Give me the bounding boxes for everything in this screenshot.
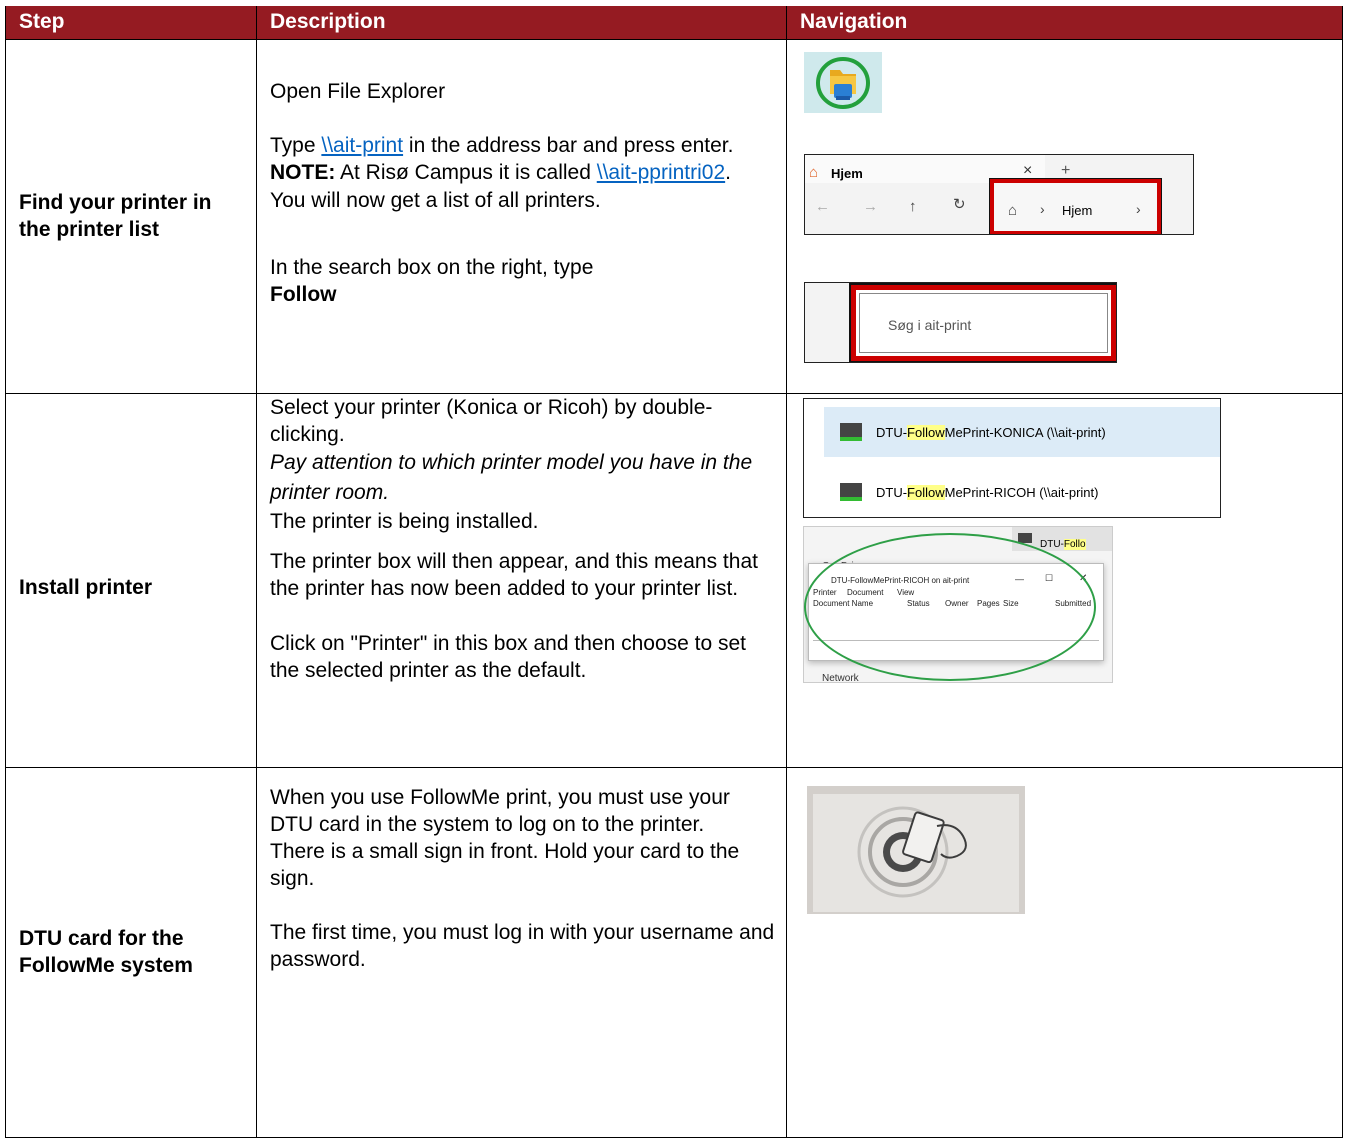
card-reader-photo <box>807 785 1025 914</box>
first-time-text: The first time, you must log in with you… <box>270 920 775 971</box>
network-label: Network <box>822 672 859 683</box>
printer-icon <box>840 482 862 501</box>
folder-icon <box>804 51 882 113</box>
open-explorer-text: Open File Explorer <box>270 79 446 103</box>
type-address-text: Type \\ait-print in the address bar and … <box>270 132 776 159</box>
printer-box-text: The printer box will then appear, and th… <box>270 549 758 600</box>
sign-text: There is a small sign in front. Hold you… <box>270 839 740 890</box>
printer-window-screenshot: DTU-Follo OneDrive DTU-FollowMePrint-RIC… <box>803 525 1113 683</box>
header-description: Description <box>256 6 787 39</box>
bg-item-highlight: Follo <box>1063 538 1086 550</box>
printer2-highlight: Follow <box>907 484 945 500</box>
search-term: Follow <box>270 282 337 306</box>
refresh-icon[interactable]: ↻ <box>953 191 966 218</box>
note-body: At Risø Campus it is called <box>335 160 597 184</box>
navigation-find-printer: ⌂ Hjem × + ← → ↑ ↻ ⌂ › Hjem › Søg i ait-… <box>786 38 1343 394</box>
explorer-icon-screenshot <box>804 51 882 113</box>
description-install-printer: Select your printer (Konica or Ricoh) by… <box>256 392 787 768</box>
navigation-install-printer: DTU-FollowMePrint-KONICA (\\ait-print) D… <box>786 392 1343 768</box>
row-find-printer: Find your printer in the printer list Op… <box>5 38 1343 394</box>
highlight-ellipse <box>804 532 1096 681</box>
row-dtu-card: DTU card for the FollowMe system When yo… <box>5 766 1343 1138</box>
installing-text: The printer is being installed. <box>270 509 539 533</box>
address-crumb: Hjem <box>1062 202 1093 218</box>
address-bar-highlight[interactable]: ⌂ › Hjem › <box>989 177 1162 234</box>
tab-title: Hjem <box>831 165 863 181</box>
note-label: NOTE: <box>270 160 336 184</box>
search-box-highlight[interactable]: Søg i ait-print <box>849 282 1116 362</box>
attention-text: Pay attention to which printer model you… <box>270 450 753 504</box>
printer-list-screenshot: DTU-FollowMePrint-KONICA (\\ait-print) D… <box>803 397 1221 518</box>
printer1-highlight: Follow <box>907 424 945 440</box>
printer2-prefix: DTU- <box>876 484 908 500</box>
ait-print-link[interactable]: \\ait-print <box>321 134 403 157</box>
row-install-printer: Install printer Select your printer (Kon… <box>5 392 1343 768</box>
click-printer-text: Click on "Printer" in this box and then … <box>270 631 746 682</box>
type-prefix: Type <box>270 133 322 157</box>
search-instruction-text: In the search box on the right, type <box>270 255 594 279</box>
search-box-screenshot: Søg i ait-print <box>804 281 1117 363</box>
up-arrow-icon[interactable]: ↑ <box>909 193 917 220</box>
step-install-printer: Install printer <box>5 392 257 768</box>
select-printer-text: Select your printer (Konica or Ricoh) by… <box>270 395 713 446</box>
followme-text: When you use FollowMe print, you must us… <box>270 785 730 836</box>
home-icon: ⌂ <box>809 163 819 181</box>
header-navigation: Navigation <box>786 6 1343 39</box>
address-chevron-icon: › <box>1040 200 1045 217</box>
step-find-printer: Find your printer in the printer list <box>5 38 257 394</box>
type-suffix: in the address bar and press enter. <box>403 133 734 157</box>
forward-arrow-icon[interactable]: → <box>863 193 878 220</box>
search-placeholder: Søg i ait-print <box>888 316 972 333</box>
back-arrow-icon[interactable]: ← <box>815 193 830 220</box>
note-end: . <box>725 160 731 184</box>
address-bar-screenshot: ⌂ Hjem × + ← → ↑ ↻ ⌂ › Hjem › <box>804 153 1194 235</box>
instructions-table: Step Description Navigation Find your pr… <box>5 6 1343 1138</box>
header-row: Step Description Navigation <box>5 6 1343 39</box>
address-home-icon: ⌂ <box>1008 201 1018 219</box>
bg-item-prefix: DTU- <box>1040 538 1064 550</box>
description-find-printer: Open File Explorer Type \\ait-print in t… <box>256 38 787 394</box>
printer-icon <box>1018 532 1032 543</box>
header-step: Step <box>5 6 257 39</box>
note-text: NOTE: At Risø Campus it is called \\ait-… <box>270 159 776 186</box>
step-dtu-card: DTU card for the FollowMe system <box>5 766 257 1138</box>
description-dtu-card: When you use FollowMe print, you must us… <box>256 766 787 1138</box>
printer1-prefix: DTU- <box>876 424 908 440</box>
printer-item-ricoh[interactable]: DTU-FollowMePrint-RICOH (\\ait-print) <box>824 463 1220 513</box>
address-chevron-end-icon: › <box>1136 200 1141 217</box>
printer-item-konica[interactable]: DTU-FollowMePrint-KONICA (\\ait-print) <box>824 406 1220 457</box>
printer-list-text: You will now get a list of all printers. <box>270 188 601 212</box>
printer-icon <box>840 422 862 441</box>
navigation-dtu-card <box>786 766 1343 1138</box>
printer2-suffix: MePrint-RICOH (\\ait-print) <box>944 484 1099 500</box>
ait-pprintri02-link[interactable]: \\ait-pprintri02 <box>597 161 725 184</box>
card-reader-sign-icon <box>807 785 1025 914</box>
printer1-suffix: MePrint-KONICA (\\ait-print) <box>944 424 1106 440</box>
